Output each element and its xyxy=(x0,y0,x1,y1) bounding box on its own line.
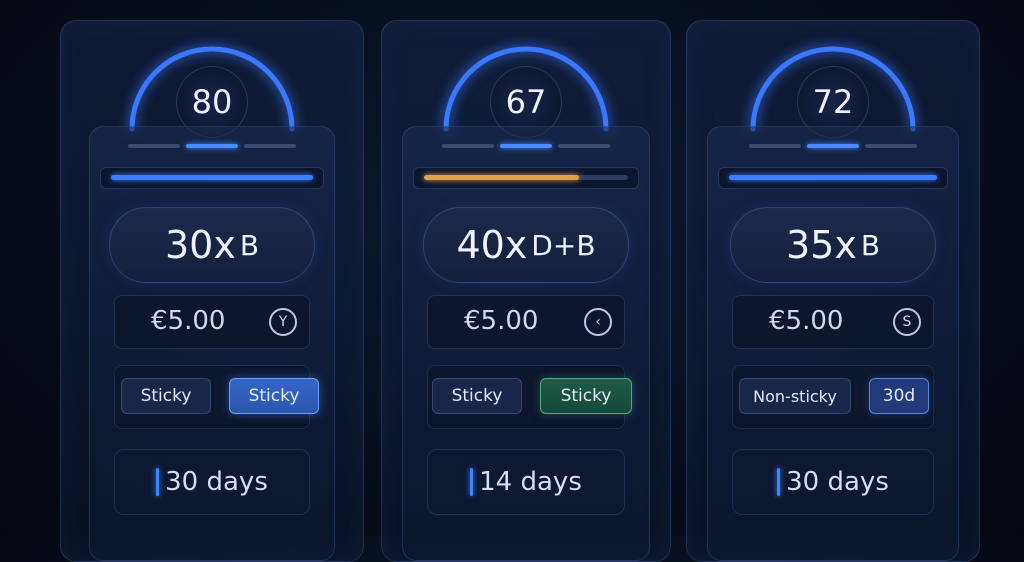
amount-value: €5.00 xyxy=(151,306,226,336)
validity-marker xyxy=(470,468,474,496)
tab-step-3[interactable] xyxy=(865,144,917,148)
step-tabs xyxy=(128,144,296,148)
offer-card-2: 67 40x D+B €5.00 ‹ Sticky Sticky 14 days xyxy=(381,20,671,562)
progress-fill xyxy=(111,175,313,180)
offer-card-1: 80 30x B €5.00 Y Sticky Sticky 30 days xyxy=(60,20,364,562)
bonus-type-toggle: Non-sticky 30d xyxy=(732,365,934,429)
step-tabs xyxy=(749,144,917,148)
y-icon[interactable]: Y xyxy=(269,308,297,336)
toggle-option-right[interactable]: 30d xyxy=(869,378,929,414)
amount-value: €5.00 xyxy=(464,306,539,336)
bonus-type-toggle: Sticky Sticky xyxy=(427,365,632,429)
wager-type: B xyxy=(239,228,260,262)
tab-step-1[interactable] xyxy=(128,144,180,148)
tab-step-3[interactable] xyxy=(558,144,610,148)
wagering-requirement: 35x B xyxy=(730,207,936,283)
validity-period: 14 days xyxy=(427,449,625,515)
validity-value: 30 days xyxy=(786,467,889,497)
tab-step-2[interactable] xyxy=(500,144,552,148)
toggle-option-left[interactable]: Non-sticky xyxy=(739,378,851,414)
tab-step-2[interactable] xyxy=(807,144,859,148)
progress-fill xyxy=(424,175,580,180)
amount-value: €5.00 xyxy=(769,306,844,336)
progress-bar xyxy=(100,167,324,189)
toggle-option-left[interactable]: Sticky xyxy=(432,378,522,414)
step-tabs xyxy=(442,144,610,148)
progress-fill xyxy=(729,175,937,180)
wager-multiplier: 40x xyxy=(456,223,528,267)
wagering-requirement: 30x B xyxy=(109,207,315,283)
offer-details: 35x B €5.00 S Non-sticky 30d 30 days xyxy=(707,126,959,561)
toggle-option-right[interactable]: Sticky xyxy=(229,378,319,414)
deposit-amount-field[interactable]: €5.00 Y xyxy=(114,295,310,349)
wager-multiplier: 35x xyxy=(785,223,857,267)
offer-details: 30x B €5.00 Y Sticky Sticky 30 days xyxy=(89,126,335,561)
validity-value: 14 days xyxy=(479,467,582,497)
validity-marker xyxy=(777,468,781,496)
wagering-requirement: 40x D+B xyxy=(423,207,629,283)
tab-step-3[interactable] xyxy=(244,144,296,148)
offer-details: 40x D+B €5.00 ‹ Sticky Sticky 14 days xyxy=(402,126,650,561)
toggle-option-right[interactable]: Sticky xyxy=(540,378,632,414)
toggle-option-left[interactable]: Sticky xyxy=(121,378,211,414)
offer-card-3: 72 35x B €5.00 S Non-sticky 30d 30 days xyxy=(686,20,980,562)
validity-period: 30 days xyxy=(732,449,934,515)
validity-value: 30 days xyxy=(165,467,268,497)
bonus-type-toggle: Sticky Sticky xyxy=(114,365,319,429)
deposit-amount-field[interactable]: €5.00 S xyxy=(732,295,934,349)
progress-bar xyxy=(413,167,639,189)
progress-bar xyxy=(718,167,948,189)
wager-multiplier: 30x xyxy=(164,223,236,267)
tab-step-2[interactable] xyxy=(186,144,238,148)
tab-step-1[interactable] xyxy=(749,144,801,148)
tab-step-1[interactable] xyxy=(442,144,494,148)
validity-marker xyxy=(156,468,160,496)
s-icon[interactable]: S xyxy=(893,308,921,336)
wager-type: B xyxy=(860,228,881,262)
chevron-left-icon[interactable]: ‹ xyxy=(584,308,612,336)
deposit-amount-field[interactable]: €5.00 ‹ xyxy=(427,295,625,349)
wager-type: D+B xyxy=(531,228,596,262)
validity-period: 30 days xyxy=(114,449,310,515)
